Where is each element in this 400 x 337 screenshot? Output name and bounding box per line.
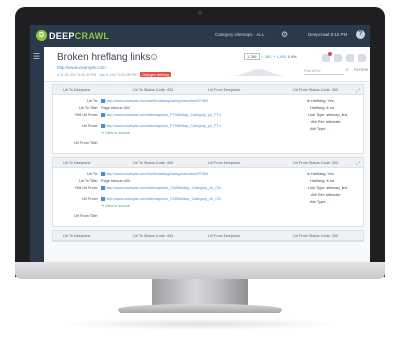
url-to-title-value: Page Introuv 404: [101, 179, 130, 183]
header-url-from-status: Url From Status Code: 200: [293, 234, 339, 238]
sidebar: ☰: [30, 47, 44, 262]
header-url-from-deeprank: Url From Deeprank: [208, 88, 241, 92]
result-card: Url To Deeprank Url To Status Code: 404 …: [52, 84, 364, 154]
monitor-stand-base: [118, 304, 282, 313]
stat-total: 1,796: [244, 53, 260, 60]
trend-sparkline: [229, 69, 289, 76]
attr-rel: Attr Rel: alternate: [311, 193, 341, 197]
label-url-from-title: Url From Title:: [74, 214, 98, 218]
header-url-from-status: Url From Status Code: 200: [293, 88, 339, 92]
hreflang: Hreflang: fr-ca: [310, 179, 335, 183]
logo-text-crawl: CRAWL: [74, 30, 110, 41]
external-link-icon[interactable]: [101, 186, 105, 190]
logo-mark-icon: D: [36, 30, 47, 41]
label-url-from: Url From:: [82, 124, 98, 128]
action-icons: [322, 52, 366, 62]
stat-added: + 381: [261, 54, 272, 59]
crawl-dates: # 01.01.2017 6:20:43 PM · Jan 8, 2017 6:…: [57, 72, 137, 77]
ref-url-from-link[interactable]: http://www.example.com/sitemaps/yk_FTSit…: [106, 113, 222, 117]
label-url-from: Url From:: [82, 197, 98, 201]
top-navigation-bar: D DEEP CRAWL Category sitemaps · ALL ⚙ D…: [30, 25, 370, 47]
label-ref-url-from: Ref Url From:: [75, 113, 98, 117]
is-hreflang: Is Hreflang: Yes: [307, 172, 334, 176]
download-icon[interactable]: [358, 54, 366, 62]
hamburger-menu-icon[interactable]: ☰: [33, 53, 40, 61]
external-link-icon[interactable]: [101, 197, 105, 201]
view-in-source-link[interactable]: ↪ View in source: [101, 204, 130, 208]
header-url-to-deeprank: Url To Deeprank: [63, 161, 91, 165]
search-icon[interactable]: ⌕: [346, 67, 349, 73]
stat-percent: 0.4%: [287, 54, 297, 59]
attr-type: Attr Type: -: [310, 127, 329, 131]
ref-url-from-link[interactable]: http://www.example.com/sitemaps/ch_CNSit…: [106, 186, 221, 190]
result-card: Url To Deeprank Url To Status Code: 404 …: [52, 230, 364, 242]
is-hreflang: Is Hreflang: Yes: [307, 99, 334, 103]
monitor-shadow: [60, 318, 340, 330]
header-url-to-status: Url To Status Code: 404: [133, 88, 174, 92]
header-url-to-status: Url To Status Code: 404: [133, 161, 174, 165]
card-header: Url To Deeprank Url To Status Code: 404 …: [53, 231, 363, 241]
label-url-to: Url To:: [87, 99, 98, 103]
expand-icon[interactable]: ⤢: [356, 161, 360, 167]
logo-text-deep: DEEP: [49, 30, 75, 41]
report-header: Broken hreflang links i http://www.examp…: [44, 47, 370, 82]
header-url-to-deeprank: Url To Deeprank: [63, 88, 91, 92]
project-selector[interactable]: Category sitemaps · ALL: [215, 32, 264, 37]
card-body: Url To: http://www.example.com/hw/fr/cat…: [53, 168, 363, 226]
hreflang: Hreflang: fr-ca: [310, 106, 335, 110]
report-stats: 1,796 + 381 + 1,400 0.4%: [244, 53, 297, 60]
main-content: Broken hreflang links i http://www.examp…: [44, 47, 370, 262]
gear-icon[interactable]: ⚙: [281, 31, 288, 39]
header-url-to-deeprank: Url To Deeprank: [63, 234, 91, 238]
card-header: Url To Deeprank Url To Status Code: 404 …: [53, 85, 363, 95]
label-url-to-title: Url To Title:: [79, 179, 98, 183]
crawl-meta: # 01.01.2017 6:20:43 PM · Jan 8, 2017 6:…: [57, 72, 171, 77]
view-in-source-link[interactable]: ↪ View in source: [101, 131, 130, 135]
filters-button[interactable]: FILTERS: [354, 68, 368, 72]
crawl-selector[interactable]: Deepcrawl 8:15 PM: [308, 32, 347, 37]
url-from-link[interactable]: http://www.example.com/sitemaps/ch_CNSit…: [106, 197, 221, 201]
project-url-link[interactable]: http://www.example.com: [57, 65, 106, 70]
header-url-from-deeprank: Url From Deeprank: [208, 161, 241, 165]
attr-type: Attr Type: -: [310, 200, 329, 204]
app-screen: D DEEP CRAWL Category sitemaps · ALL ⚙ D…: [30, 25, 370, 262]
label-ref-url-from: Ref Url From:: [75, 186, 98, 190]
external-link-icon[interactable]: [101, 99, 105, 103]
link-type: Link Type: sitemap_link: [308, 113, 348, 117]
notification-badge: [328, 52, 332, 56]
webcam: [198, 11, 202, 15]
monitor-chin: [15, 262, 385, 279]
external-link-icon[interactable]: [101, 172, 105, 176]
url-to-link[interactable]: http://www.example.com/hw/fr/catalog/cat…: [106, 172, 209, 176]
alerts-icon[interactable]: [322, 52, 332, 62]
url-to-link[interactable]: http://www.example.com/hw/fr/catalog/cat…: [106, 99, 209, 103]
link-type: Link Type: sitemap_link: [308, 186, 348, 190]
page-title: Broken hreflang links: [57, 52, 151, 63]
external-link-icon[interactable]: [101, 113, 105, 117]
url-search-input[interactable]: Find URLs: [304, 68, 344, 75]
label-url-to: Url To:: [87, 172, 98, 176]
label-url-from-title: Url From Title:: [74, 141, 98, 145]
export-icon[interactable]: [346, 54, 354, 62]
help-icon[interactable]: ?: [356, 30, 365, 39]
info-icon[interactable]: i: [151, 54, 157, 60]
header-url-from-deeprank: Url From Deeprank: [208, 234, 241, 238]
expand-icon[interactable]: ⤢: [356, 88, 360, 94]
status-badge: Changes deleting: [139, 72, 171, 77]
card-header: Url To Deeprank Url To Status Code: 404 …: [53, 158, 363, 168]
results-list: Url To Deeprank Url To Status Code: 404 …: [52, 84, 364, 245]
url-from-link[interactable]: http://www.example.com/sitemaps/yk_FTSit…: [106, 124, 222, 128]
attr-rel: Attr Rel: alternate: [311, 120, 341, 124]
header-url-from-status: Url From Status Code: 200: [293, 161, 339, 165]
deepcrawl-logo[interactable]: D DEEP CRAWL: [36, 30, 109, 41]
label-url-to-title: Url To Title:: [79, 106, 98, 110]
header-url-to-status: Url To Status Code: 404: [133, 234, 174, 238]
url-to-title-value: Page Introuv 404: [101, 106, 130, 110]
card-body: Url To: http://www.example.com/hw/fr/cat…: [53, 95, 363, 153]
external-link-icon[interactable]: [101, 124, 105, 128]
stat-removed: + 1,400: [273, 54, 286, 59]
result-card: Url To Deeprank Url To Status Code: 404 …: [52, 157, 364, 227]
share-icon[interactable]: [334, 54, 342, 62]
